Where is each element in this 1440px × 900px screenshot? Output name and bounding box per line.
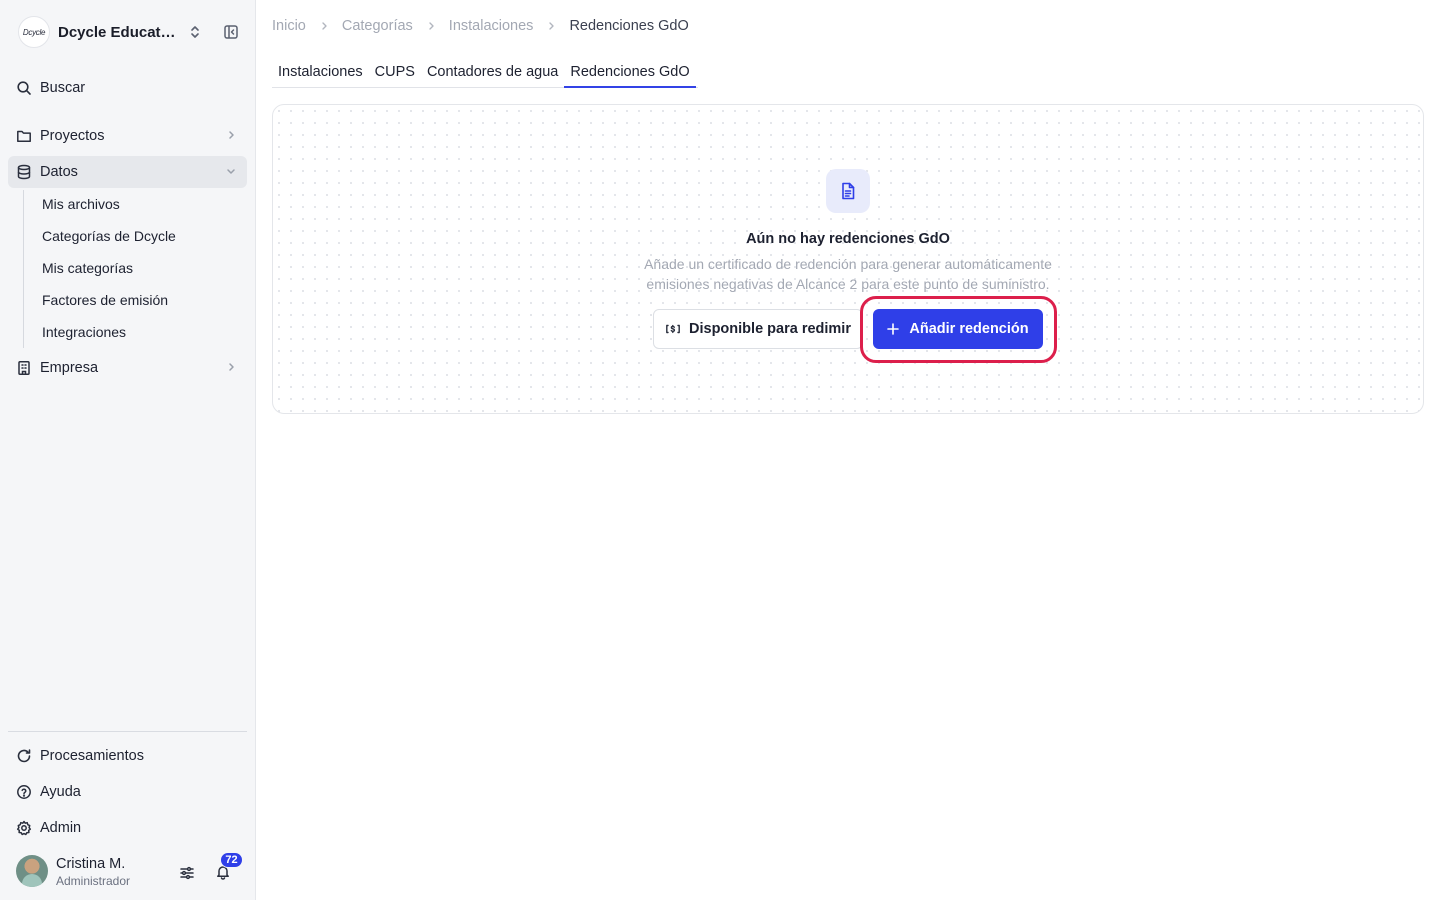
breadcrumb-home[interactable]: Inicio [272,18,306,34]
chevron-right-icon [306,21,342,31]
plus-icon [887,323,900,335]
gear-icon [16,820,32,836]
sidebar-item-admin[interactable]: Admin [8,812,247,844]
refresh-icon [16,748,32,764]
document-icon [826,169,870,213]
breadcrumb: Inicio Categorías Instalaciones Redencio… [272,16,689,36]
help-circle-icon [16,784,32,800]
breadcrumb-current: Redenciones GdO [569,18,689,34]
tab-gdo-redemptions[interactable]: Redenciones GdO [564,56,696,88]
money-bill-icon [665,322,681,336]
sidebar: Dcycle Dcycle Education Buscar Proyectos… [0,0,256,900]
avatar[interactable] [16,855,48,887]
chevron-right-icon [225,129,237,141]
tab-bar: Instalaciones CUPS Contadores de agua Re… [272,56,698,88]
sidebar-subitem-my-files[interactable]: Mis archivos [42,194,120,214]
sidebar-item-company[interactable]: Empresa [8,352,247,384]
sidebar-divider [8,731,247,732]
chevron-right-icon [413,21,449,31]
breadcrumb-facilities[interactable]: Instalaciones [449,18,534,34]
notification-count-badge: 72 [220,852,243,868]
sidebar-collapse-icon[interactable] [223,23,239,41]
sidebar-item-label: Datos [40,164,78,180]
sidebar-item-data[interactable]: Datos [8,156,247,188]
add-redemption-label: Añadir redención [909,321,1029,337]
user-profile[interactable]: Cristina M. Administrador 72 [16,852,248,889]
sidebar-subitem-integrations[interactable]: Integraciones [42,322,126,342]
sidebar-item-projects[interactable]: Proyectos [8,120,247,152]
sidebar-item-processing[interactable]: Procesamientos [8,740,247,772]
chevrons-up-down-icon[interactable] [187,23,203,41]
data-submenu: Mis archivos Categorías de Dcycle Mis ca… [23,190,243,348]
available-to-redeem-button[interactable]: Disponible para redimir [653,309,863,349]
user-role: Administrador [56,874,131,888]
sidebar-subitem-my-categories[interactable]: Mis categorías [42,258,133,278]
database-icon [16,164,32,180]
chevron-down-icon [225,165,237,177]
sidebar-item-label: Ayuda [40,784,81,800]
empty-state-description: Añade un certificado de redención para g… [644,256,1052,292]
sidebar-subitem-emission-factors[interactable]: Factores de emisión [42,290,168,310]
tab-cups[interactable]: CUPS [369,56,421,87]
user-name: Cristina M. [56,856,126,872]
sidebar-item-help[interactable]: Ayuda [8,776,247,808]
breadcrumb-categories[interactable]: Categorías [342,18,413,34]
sliders-icon[interactable] [178,864,196,882]
folder-icon [16,128,32,144]
organization-switcher[interactable]: Dcycle Dcycle Education [18,16,248,48]
empty-state-card: Aún no hay redenciones GdO Añade un cert… [272,104,1424,414]
search-icon [16,80,32,96]
chevron-right-icon [533,21,569,31]
sidebar-subitem-dcycle-categories[interactable]: Categorías de Dcycle [42,226,176,246]
building-icon [16,360,32,376]
organization-name: Dcycle Education [58,23,176,41]
sidebar-item-label: Buscar [40,80,86,96]
tab-water-meters[interactable]: Contadores de agua [421,56,564,87]
available-to-redeem-label: Disponible para redimir [689,321,851,337]
brand-logo: Dcycle [18,16,50,48]
tab-facilities[interactable]: Instalaciones [272,56,369,87]
sidebar-item-label: Proyectos [40,128,105,144]
sidebar-item-label: Procesamientos [40,748,144,764]
sidebar-item-search[interactable]: Buscar [8,72,247,104]
add-redemption-button[interactable]: Añadir redención [873,309,1043,349]
sidebar-item-label: Admin [40,820,82,836]
empty-state-title: Aún no hay redenciones GdO [746,231,950,247]
chevron-right-icon [225,361,237,373]
sidebar-item-label: Empresa [40,360,99,376]
